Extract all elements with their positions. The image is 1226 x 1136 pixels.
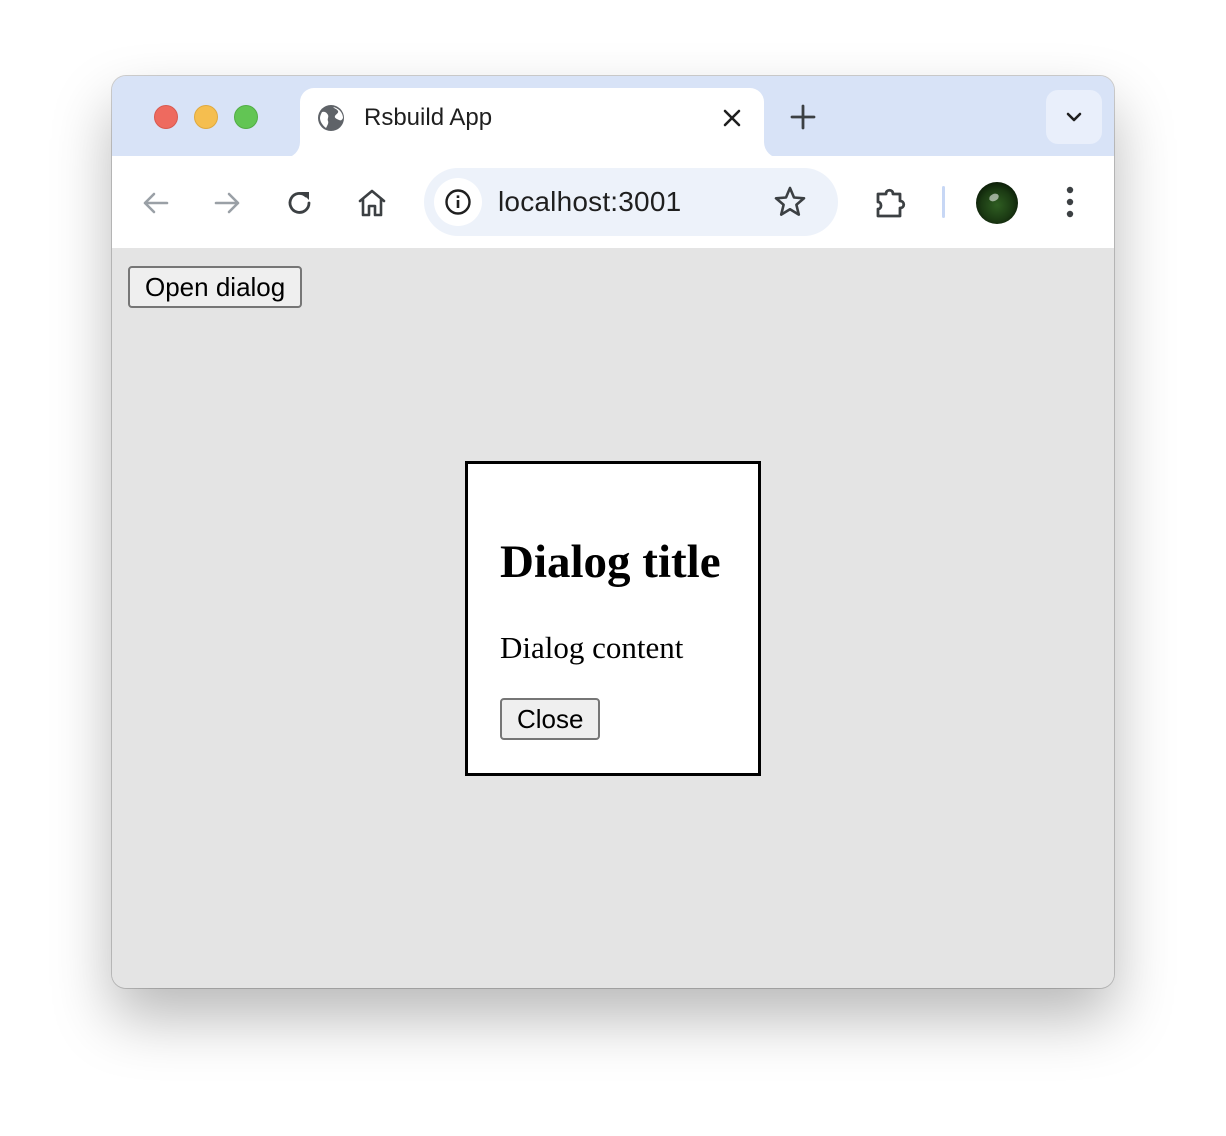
dialog: Dialog title Dialog content Close: [465, 461, 761, 776]
minimize-window-button[interactable]: [194, 105, 218, 129]
tab-title: Rsbuild App: [364, 104, 493, 131]
browser-window: Rsbuild App localhost:3001 Open dialog D…: [112, 76, 1114, 988]
address-bar[interactable]: localhost:3001: [424, 168, 838, 236]
chevron-down-icon: [1066, 112, 1082, 122]
dialog-title: Dialog title: [500, 536, 721, 588]
reload-icon[interactable]: [283, 186, 317, 220]
tab-search-button[interactable]: [1046, 90, 1102, 144]
info-icon: [445, 189, 471, 215]
tab-strip: Rsbuild App: [112, 76, 1114, 158]
site-info-button[interactable]: [434, 178, 482, 226]
arrow-left-icon[interactable]: [139, 186, 173, 220]
globe-icon: [316, 103, 346, 133]
more-vertical-icon[interactable]: [1058, 184, 1082, 220]
browser-toolbar: localhost:3001: [112, 156, 1114, 248]
dialog-content: Dialog content: [500, 630, 684, 665]
url-text[interactable]: localhost:3001: [498, 185, 681, 219]
page-content: Open dialog Dialog title Dialog content …: [112, 248, 1114, 988]
home-icon[interactable]: [355, 186, 389, 220]
arrow-right-icon[interactable]: [210, 186, 244, 220]
zoom-window-button[interactable]: [234, 105, 258, 129]
star-icon[interactable]: [772, 184, 808, 220]
plus-icon[interactable]: [788, 102, 818, 132]
avatar[interactable]: [976, 182, 1018, 224]
open-dialog-button[interactable]: Open dialog: [128, 266, 303, 308]
close-tab-icon[interactable]: [718, 104, 746, 132]
toolbar-divider: [942, 186, 945, 218]
close-button[interactable]: Close: [500, 698, 601, 740]
puzzle-icon[interactable]: [872, 184, 910, 222]
close-window-button[interactable]: [154, 105, 178, 129]
tab-rsbuild-app[interactable]: Rsbuild App: [300, 88, 764, 158]
